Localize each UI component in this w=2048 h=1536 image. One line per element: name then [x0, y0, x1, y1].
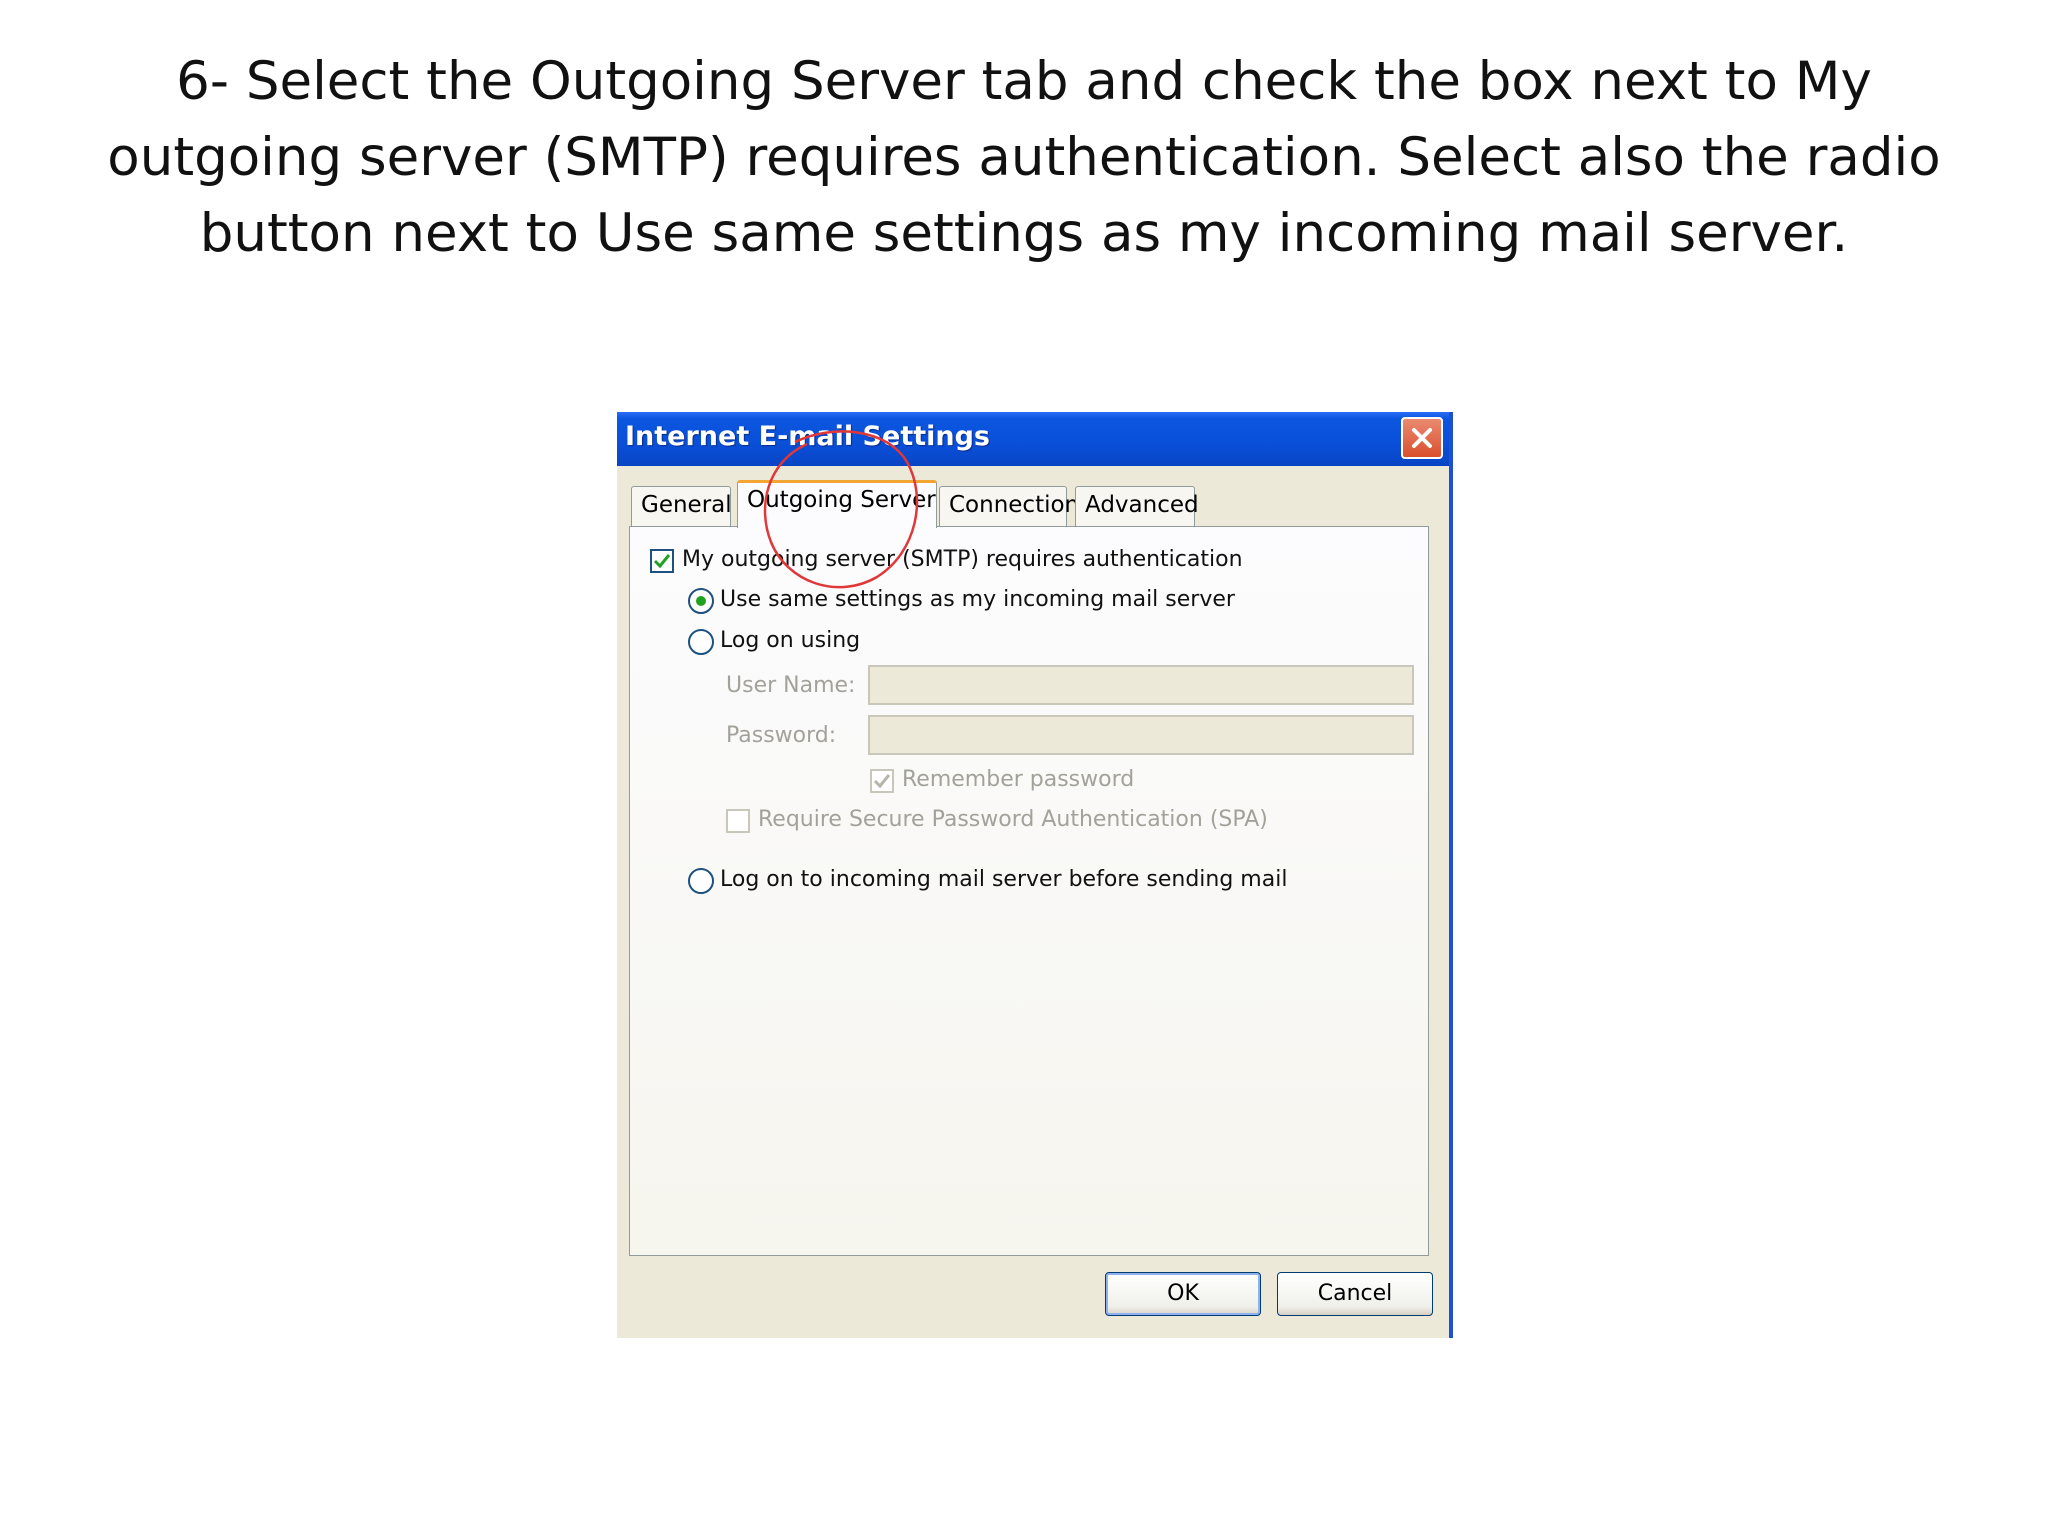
- remember-password-checkbox[interactable]: [870, 769, 894, 793]
- remember-password-label: Remember password: [902, 767, 1135, 792]
- log-on-incoming-row[interactable]: Log on to incoming mail server before se…: [688, 867, 1287, 897]
- close-icon: [1412, 428, 1432, 448]
- spa-checkbox[interactable]: [726, 809, 750, 833]
- smtp-auth-label: My outgoing server (SMTP) requires authe…: [682, 547, 1243, 572]
- tab-outgoing-server[interactable]: Outgoing Server: [737, 480, 937, 528]
- checkmark-icon: [873, 774, 891, 789]
- instruction-line-3: button next to Use same settings as my i…: [199, 203, 1849, 264]
- radio-selected-dot: [696, 596, 706, 606]
- checkmark-icon: [653, 554, 671, 569]
- use-same-settings-radio[interactable]: [688, 588, 714, 614]
- tab-advanced[interactable]: Advanced: [1075, 486, 1199, 526]
- user-name-label: User Name:: [726, 673, 856, 698]
- log-on-using-radio[interactable]: [688, 629, 714, 655]
- instruction-line-2: outgoing server (SMTP) requires authenti…: [107, 127, 1941, 188]
- internet-email-settings-dialog: Internet E-mail Settings General Outgoin…: [617, 412, 1453, 1338]
- outgoing-server-panel: My outgoing server (SMTP) requires authe…: [629, 526, 1429, 1256]
- dialog-title: Internet E-mail Settings: [625, 421, 991, 452]
- spa-row[interactable]: Require Secure Password Authentication (…: [726, 807, 1268, 837]
- log-on-incoming-radio[interactable]: [688, 868, 714, 894]
- password-label: Password:: [726, 723, 837, 748]
- log-on-incoming-label: Log on to incoming mail server before se…: [720, 867, 1288, 892]
- title-bar[interactable]: Internet E-mail Settings: [617, 412, 1449, 466]
- tab-general[interactable]: General: [631, 486, 732, 526]
- smtp-auth-checkbox[interactable]: [650, 549, 674, 573]
- instruction-line-1: 6- Select the Outgoing Server tab and ch…: [176, 51, 1872, 112]
- log-on-using-row[interactable]: Log on using: [688, 628, 888, 658]
- log-on-using-label: Log on using: [720, 628, 861, 653]
- instruction-text: 6- Select the Outgoing Server tab and ch…: [100, 44, 1948, 272]
- close-button[interactable]: [1401, 417, 1443, 459]
- remember-password-row[interactable]: Remember password: [870, 767, 1150, 797]
- tab-connection[interactable]: Connection: [939, 486, 1079, 526]
- cancel-button[interactable]: Cancel: [1277, 1272, 1433, 1316]
- password-input[interactable]: [868, 715, 1414, 755]
- smtp-auth-row[interactable]: My outgoing server (SMTP) requires authe…: [650, 547, 1243, 577]
- use-same-settings-row[interactable]: Use same settings as my incoming mail se…: [688, 587, 1235, 617]
- user-name-input[interactable]: [868, 665, 1414, 705]
- ok-button[interactable]: OK: [1105, 1272, 1261, 1316]
- spa-label: Require Secure Password Authentication (…: [758, 807, 1268, 832]
- use-same-settings-label: Use same settings as my incoming mail se…: [720, 587, 1235, 612]
